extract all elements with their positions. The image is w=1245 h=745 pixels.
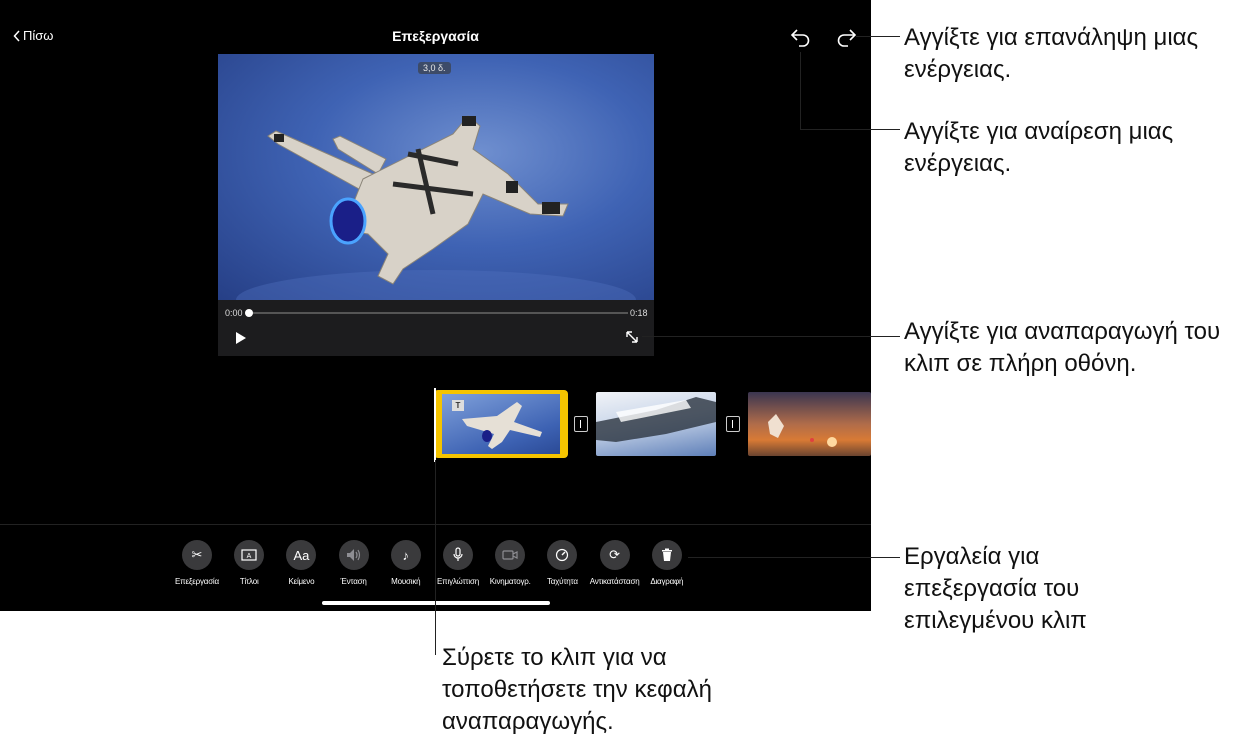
callout-leader [642,336,900,337]
video-viewer: 3,0 δ. 0:00 0:18 [218,54,654,356]
tool-label: Κείμενο [288,577,315,586]
tool-music-note[interactable]: ♪ Μουσική [379,540,433,586]
tool-text[interactable]: Aa Κείμενο [274,540,328,586]
tool-label: Μουσική [391,577,421,586]
callout-redo: Αγγίξτε για επανάληψη μιας ενέργειας. [904,24,1199,83]
home-indicator[interactable] [322,601,550,605]
playhead[interactable] [434,388,436,462]
music-note-icon: ♪ [390,540,421,570]
callout-leader [800,52,801,130]
timeline-clip[interactable] [596,392,716,456]
video-preview[interactable]: 3,0 δ. [218,54,654,300]
volume-icon [338,540,369,570]
titles-icon: A [234,540,265,570]
speed-icon [547,540,578,570]
tool-trash[interactable]: Διαγραφή [640,540,694,586]
tool-microphone[interactable]: Επιγλώττιση [431,540,485,586]
redo-icon[interactable] [834,26,858,48]
fullscreen-icon[interactable] [624,329,640,345]
cinematic-icon [495,540,526,570]
transition-icon[interactable] [726,416,740,432]
replace-icon: ⟳ [599,540,630,570]
clip-duration-badge: 3,0 δ. [418,62,451,74]
clip-thumbnail: T [442,394,560,454]
scissors-icon: ✂ [182,540,212,570]
tool-label: Ταχύτητα [546,577,578,586]
tool-cinematic[interactable]: Κινηματογρ. [483,540,537,586]
timeline-clip-selected[interactable]: T [434,390,568,458]
tool-label: Διαγραφή [650,577,684,586]
tool-scissors[interactable]: ✂ Επεξεργασία [170,540,224,586]
skydiver-image [236,115,636,300]
callout-leader [856,36,900,37]
tool-titles[interactable]: A Τίτλοι [222,540,276,586]
text-icon: Aa [286,540,317,570]
play-icon[interactable] [234,330,248,346]
transition-icon[interactable] [574,416,588,432]
timeline-clip[interactable] [748,392,871,456]
tool-label: Αντικατάσταση [589,577,640,586]
undo-icon[interactable] [789,26,813,48]
callout-playhead: Σύρετε το κλιπ για να τοποθετήσετε την κ… [442,644,712,735]
title-badge-icon: T [452,400,464,411]
total-time: 0:18 [630,308,648,318]
scrubber-knob[interactable] [245,309,253,317]
tool-label: Ένταση [340,577,367,586]
playback-scrubber[interactable] [245,309,628,317]
callout-leader [800,129,900,130]
svg-text:A: A [247,553,252,560]
callout-fullscreen: Αγγίξτε για αναπαραγωγή του κλιπ σε πλήρ… [904,318,1221,377]
tool-volume[interactable]: Ένταση [327,540,381,586]
tool-label: Επιγλώττιση [437,577,479,586]
tool-label: Τίτλοι [239,577,259,586]
callout-tools: Εργαλεία για επεξεργασία του επιλεγμένου… [904,543,1087,634]
tool-speed[interactable]: Ταχύτητα [535,540,589,586]
callout-undo: Αγγίξτε για αναίρεση μιας ενέργειας. [904,118,1174,177]
tool-replace[interactable]: ⟳ Αντικατάσταση [588,540,642,586]
microphone-icon [443,540,473,570]
tool-label: Επεξεργασία [175,577,219,586]
page-title: Επεξεργασία [392,28,479,44]
current-time: 0:00 [225,308,243,318]
callout-leader [688,557,900,558]
callout-leader [435,460,436,655]
tool-label: Κινηματογρ. [489,577,531,586]
trash-icon [651,540,682,570]
